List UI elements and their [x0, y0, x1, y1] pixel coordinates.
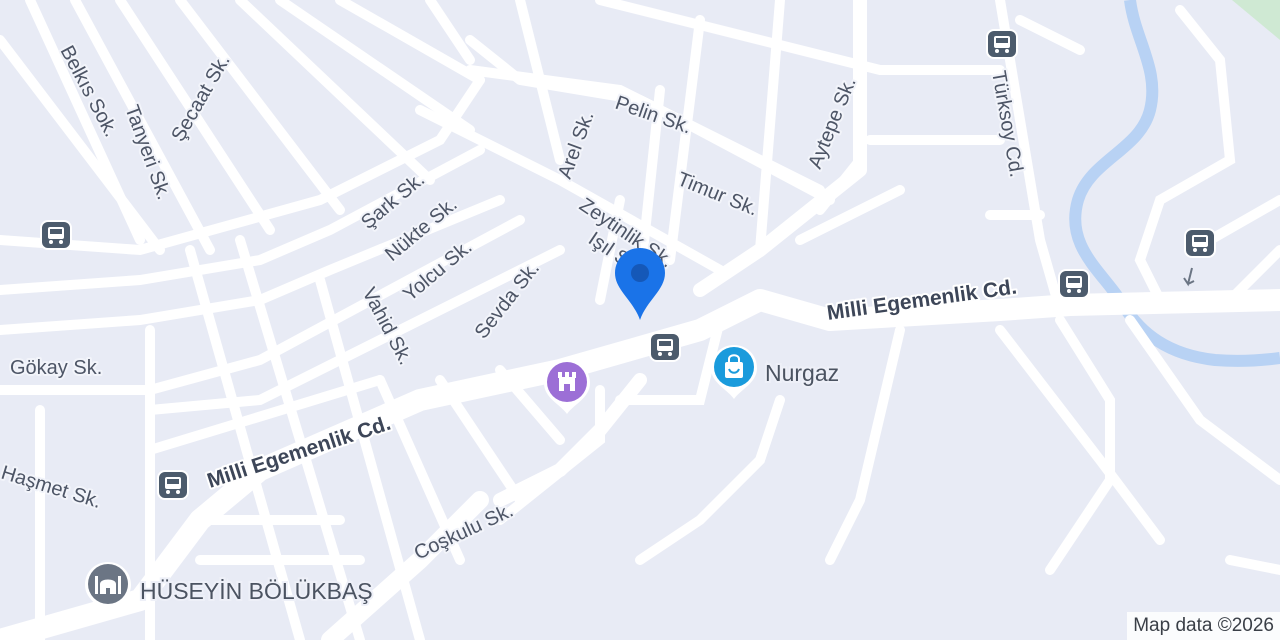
mosque-label: HÜSEYİN BÖLÜKBAŞ	[140, 578, 373, 604]
bus-stop-icon[interactable]	[649, 332, 681, 362]
castle-icon	[558, 372, 576, 391]
bus-stop-icon[interactable]	[1184, 228, 1216, 258]
bus-stop-icon[interactable]	[40, 220, 72, 250]
nurgaz-label: Nurgaz	[765, 360, 839, 386]
map-attribution[interactable]: Map data ©2026	[1127, 612, 1280, 640]
bus-stop-icon[interactable]	[986, 29, 1018, 59]
map-canvas[interactable]: Belkıs Sok. Tanyeri Sk. Şecaat Sk. Arel …	[0, 0, 1280, 640]
street-label: Gökay Sk.	[10, 357, 102, 379]
bus-stop-icon[interactable]	[1058, 269, 1090, 299]
bus-stop-icon[interactable]	[157, 470, 189, 500]
map-view[interactable]: Belkıs Sok. Tanyeri Sk. Şecaat Sk. Arel …	[0, 0, 1280, 640]
